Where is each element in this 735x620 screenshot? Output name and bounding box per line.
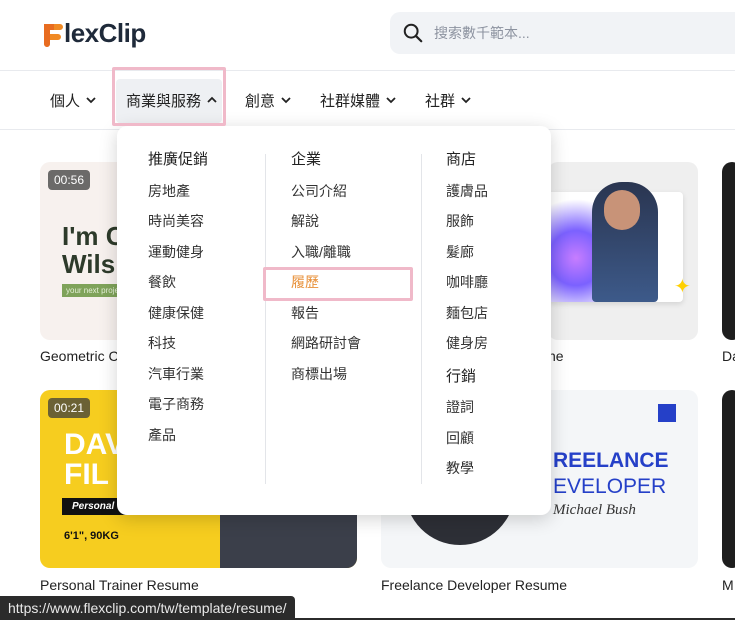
nav-item-social-media[interactable]: 社群媒體	[320, 71, 396, 129]
menu-item[interactable]: 科技	[148, 333, 208, 364]
menu-column-promotion: 推廣促銷 房地產 時尚美容 運動健身 餐飲 健康保健 科技 汽車行業 電子商務 …	[148, 150, 208, 455]
highlight-box-nav	[112, 67, 226, 126]
template-card[interactable]	[722, 162, 735, 340]
menu-heading[interactable]: 推廣促銷	[148, 150, 208, 181]
menu-item[interactable]: 電子商務	[148, 394, 208, 425]
chevron-down-icon	[86, 97, 96, 104]
menu-item[interactable]: 時尚美容	[148, 211, 208, 242]
search-placeholder: 搜索數千範本...	[434, 25, 530, 41]
menu-item[interactable]: 報告	[291, 303, 361, 334]
template-card[interactable]	[722, 390, 735, 568]
search-icon	[403, 23, 423, 43]
nav-label: 創意	[245, 92, 276, 110]
card-title[interactable]: Personal Trainer Resume	[40, 577, 199, 593]
laptop-screen	[548, 182, 683, 302]
template-card[interactable]: ✦	[548, 162, 698, 340]
chevron-down-icon	[281, 97, 291, 104]
menu-item[interactable]: 房地產	[148, 181, 208, 212]
preview-signature: Michael Bush	[553, 502, 636, 518]
preview-headline: I'm C Wils	[62, 221, 125, 279]
nav-label: 個人	[50, 92, 81, 110]
search-input[interactable]: 搜索數千範本...	[390, 12, 735, 54]
menu-item[interactable]: 回顧	[446, 428, 488, 459]
menu-item[interactable]: 餐飲	[148, 272, 208, 303]
person-photo	[220, 515, 357, 568]
card-title[interactable]: Geometric C	[40, 348, 119, 364]
menu-item[interactable]: 服飾	[446, 211, 488, 242]
menu-item[interactable]: 公司介紹	[291, 181, 361, 212]
card-title[interactable]: Freelance Developer Resume	[381, 577, 567, 593]
menu-item[interactable]: 健身房	[446, 333, 488, 364]
menu-item[interactable]: 教學	[446, 458, 488, 489]
preview-headline: DAV FIL	[64, 428, 126, 491]
menu-heading[interactable]: 商店	[446, 150, 488, 181]
blue-square	[658, 404, 676, 422]
menu-item[interactable]: 髮廊	[446, 242, 488, 273]
flexclip-logo[interactable]: lexClip	[40, 16, 146, 50]
menu-item[interactable]: 護膚品	[446, 181, 488, 212]
highlight-box-resume	[263, 267, 413, 301]
menu-item[interactable]: 健康保健	[148, 303, 208, 334]
menu-item[interactable]: 產品	[148, 425, 208, 456]
chevron-down-icon	[386, 97, 396, 104]
nav-label: 社群媒體	[320, 92, 381, 110]
menu-heading[interactable]: 行銷	[446, 367, 488, 398]
menu-item[interactable]: 證詞	[446, 397, 488, 428]
preview-stats: 6'1", 90KG	[64, 530, 119, 542]
sparkle-icon: ✦	[674, 276, 691, 298]
menu-item[interactable]: 網路研討會	[291, 333, 361, 364]
nav-item-creative[interactable]: 創意	[245, 71, 291, 129]
preview-subline: EVELOPER	[553, 475, 667, 498]
menu-item[interactable]: 咖啡廳	[446, 272, 488, 303]
nav-item-community[interactable]: 社群	[425, 71, 471, 129]
duration-badge: 00:21	[48, 398, 91, 418]
preview-headline: REELANCE	[553, 449, 669, 472]
preview-tag: your next proje	[62, 284, 123, 297]
card-title[interactable]: M	[722, 577, 734, 593]
category-nav: 個人 商業與服務 創意 社群媒體 社群	[0, 70, 735, 130]
menu-item[interactable]: 解說	[291, 211, 361, 242]
menu-divider	[421, 154, 422, 484]
menu-item[interactable]: 麵包店	[446, 303, 488, 334]
link-status-bar: https://www.flexclip.com/tw/template/res…	[0, 596, 295, 620]
menu-heading[interactable]: 企業	[291, 150, 361, 181]
menu-divider	[265, 154, 266, 484]
menu-item[interactable]: 運動健身	[148, 242, 208, 273]
menu-column-store: 商店 護膚品 服飾 髮廊 咖啡廳 麵包店 健身房 行銷 證詞 回顧 教學	[446, 150, 488, 489]
chevron-down-icon	[461, 97, 471, 104]
menu-item[interactable]: 汽車行業	[148, 364, 208, 395]
logo-f-icon	[40, 20, 64, 47]
duration-badge: 00:56	[48, 170, 91, 190]
business-dropdown-menu: 推廣促銷 房地產 時尚美容 運動健身 餐飲 健康保健 科技 汽車行業 電子商務 …	[117, 126, 551, 515]
logo-text: lexClip	[64, 18, 146, 48]
nav-item-personal[interactable]: 個人	[50, 71, 96, 129]
nav-label: 社群	[425, 92, 456, 110]
card-title[interactable]: Da	[722, 348, 735, 364]
menu-item[interactable]: 商標出場	[291, 364, 361, 395]
